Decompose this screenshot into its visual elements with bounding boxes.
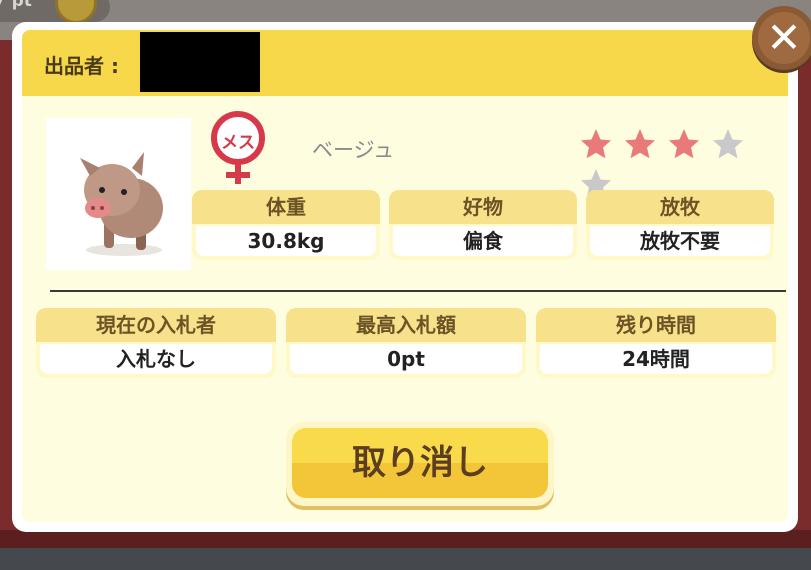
gender-label: メス <box>221 133 255 153</box>
background-bottom-strip <box>0 548 811 570</box>
star-icon <box>581 129 611 159</box>
close-icon: ✕ <box>758 12 810 64</box>
stat-label: 最高入札額 <box>286 308 526 342</box>
stat-label: 残り時間 <box>536 308 776 342</box>
animal-portrait <box>46 118 191 270</box>
stat-label: 現在の入札者 <box>36 308 276 342</box>
cancel-button-label: 取り消し <box>292 428 548 498</box>
stat-label: 体重 <box>192 190 380 224</box>
seller-name-redacted <box>140 32 260 92</box>
popup-content: 出品者 : メス ベージュ 体重 30.8kg 好物 偏食 放牧 放牧不要 現在… <box>22 30 788 522</box>
popup-header: 出品者 : <box>22 30 788 96</box>
pig-icon <box>80 152 163 256</box>
points-text: 57 pt <box>0 0 32 11</box>
stat-favorite-food: 好物 偏食 <box>389 190 577 260</box>
stat-current-bidder: 現在の入札者 入札なし <box>36 308 276 378</box>
color-name: ベージュ <box>312 138 395 162</box>
stat-value: 偏食 <box>393 226 573 256</box>
stat-time-remaining: 残り時間 24時間 <box>536 308 776 378</box>
stat-label: 好物 <box>389 190 577 224</box>
stat-label: 放牧 <box>586 190 774 224</box>
cancel-button[interactable]: 取り消し <box>286 422 554 506</box>
close-button[interactable]: ✕ <box>752 6 811 70</box>
stat-value: 入札なし <box>40 344 272 374</box>
seller-label: 出品者 : <box>44 54 119 78</box>
stat-highest-bid: 最高入札額 0pt <box>286 308 526 378</box>
star-empty-icon <box>713 129 744 159</box>
stat-value: 放牧不要 <box>590 226 770 256</box>
star-icon <box>669 129 700 159</box>
stat-value: 24時間 <box>540 344 772 374</box>
stat-value: 0pt <box>290 344 522 374</box>
auction-detail-popup: 出品者 : メス ベージュ 体重 30.8kg 好物 偏食 放牧 放牧不要 現在… <box>12 22 798 532</box>
female-icon: メス <box>208 110 270 190</box>
stat-value: 30.8kg <box>196 226 376 256</box>
stat-grazing: 放牧 放牧不要 <box>586 190 774 260</box>
divider <box>50 290 786 292</box>
stat-weight: 体重 30.8kg <box>192 190 380 260</box>
star-icon <box>625 129 656 159</box>
